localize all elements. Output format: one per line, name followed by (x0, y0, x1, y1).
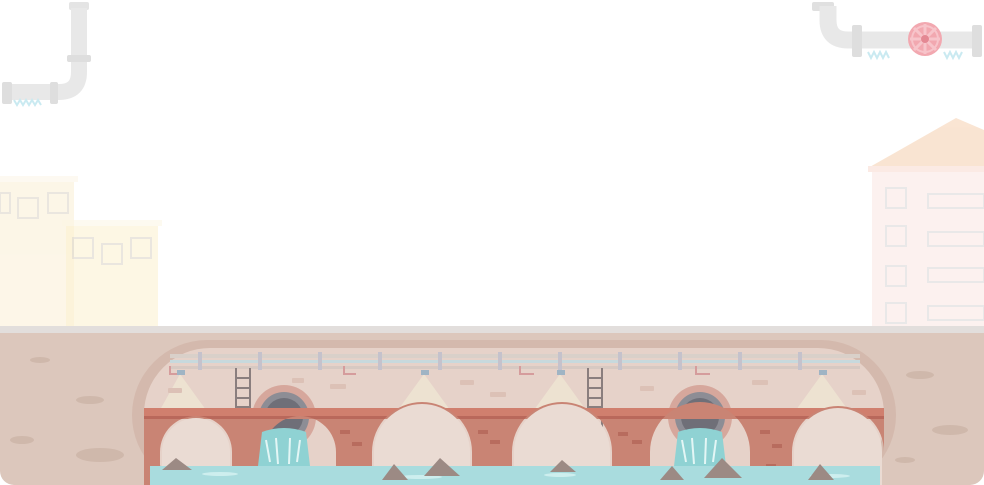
walkway-deck (144, 408, 884, 417)
valve-wheel-icon (908, 22, 942, 56)
sewer-scene (0, 0, 984, 485)
sewer-illustration (0, 2, 984, 485)
road-surface (0, 326, 984, 334)
top-right-pipe-icon (812, 2, 982, 61)
water-canal (150, 466, 880, 485)
top-left-pipe-icon (2, 2, 91, 107)
left-building-short (62, 220, 162, 328)
right-building (868, 118, 984, 328)
